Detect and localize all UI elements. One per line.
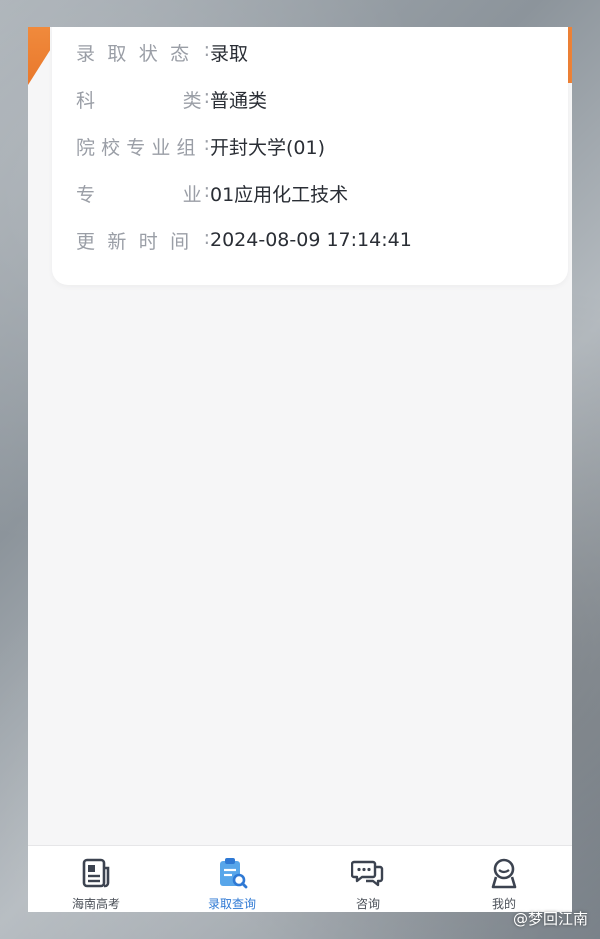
value-admission-status: 录取 bbox=[210, 42, 249, 65]
label-school-major-group: 院 校 专 业 组 : bbox=[76, 132, 210, 159]
row-update-time: 更 新 时 间 : 2024-08-09 17:14:41 bbox=[76, 225, 412, 255]
news-icon bbox=[82, 858, 110, 888]
tab-mine[interactable]: 我的 bbox=[436, 846, 572, 912]
value-school-major-group: 开封大学(01) bbox=[210, 136, 326, 159]
label-category: 科 类 : bbox=[76, 85, 210, 112]
row-admission-status: 录 取 状 态 : 录取 bbox=[76, 37, 248, 67]
admission-result-card: 录 取 状 态 : 录取 科 类 : 普通类 院 校 专 业 组: 开封大学(… bbox=[52, 27, 568, 285]
bottom-tab-bar: 海南高考 录取查询 咨询 我的 bbox=[28, 845, 572, 912]
watermark-text: @梦回江南 bbox=[512, 910, 588, 928]
row-category: 科 类 : 普通类 bbox=[76, 84, 267, 114]
value-update-time: 2024-08-09 17:14:41 bbox=[210, 229, 412, 251]
label-major: 专 业 : bbox=[76, 179, 210, 206]
tab-label: 录取查询 bbox=[207, 897, 256, 911]
tab-consult[interactable]: 咨询 bbox=[300, 846, 436, 912]
tab-admission-query[interactable]: 录取查询 bbox=[164, 846, 300, 912]
row-major: 专 业 : 01应用化工技术 bbox=[76, 178, 348, 208]
phone-screen: 录 取 状 态 : 录取 科 类 : 普通类 院 校 专 业 组: 开封大学(… bbox=[28, 27, 572, 912]
value-major: 01应用化工技术 bbox=[210, 183, 349, 206]
tab-hainan-gaokao[interactable]: 海南高考 bbox=[28, 846, 164, 912]
clipboard-search-icon bbox=[220, 858, 248, 889]
tab-label: 海南高考 bbox=[71, 897, 120, 911]
label-admission-status: 录 取 状 态 : bbox=[76, 38, 210, 65]
chat-icon bbox=[351, 860, 384, 887]
row-school-major-group: 院 校 专 业 组 : 开封大学(01) bbox=[76, 131, 325, 161]
tab-label: 咨询 bbox=[355, 897, 380, 911]
accent-strip-left bbox=[28, 27, 50, 85]
value-category: 普通类 bbox=[210, 89, 268, 112]
label-update-time: 更 新 时 间 : bbox=[76, 226, 210, 253]
user-icon bbox=[491, 858, 517, 889]
